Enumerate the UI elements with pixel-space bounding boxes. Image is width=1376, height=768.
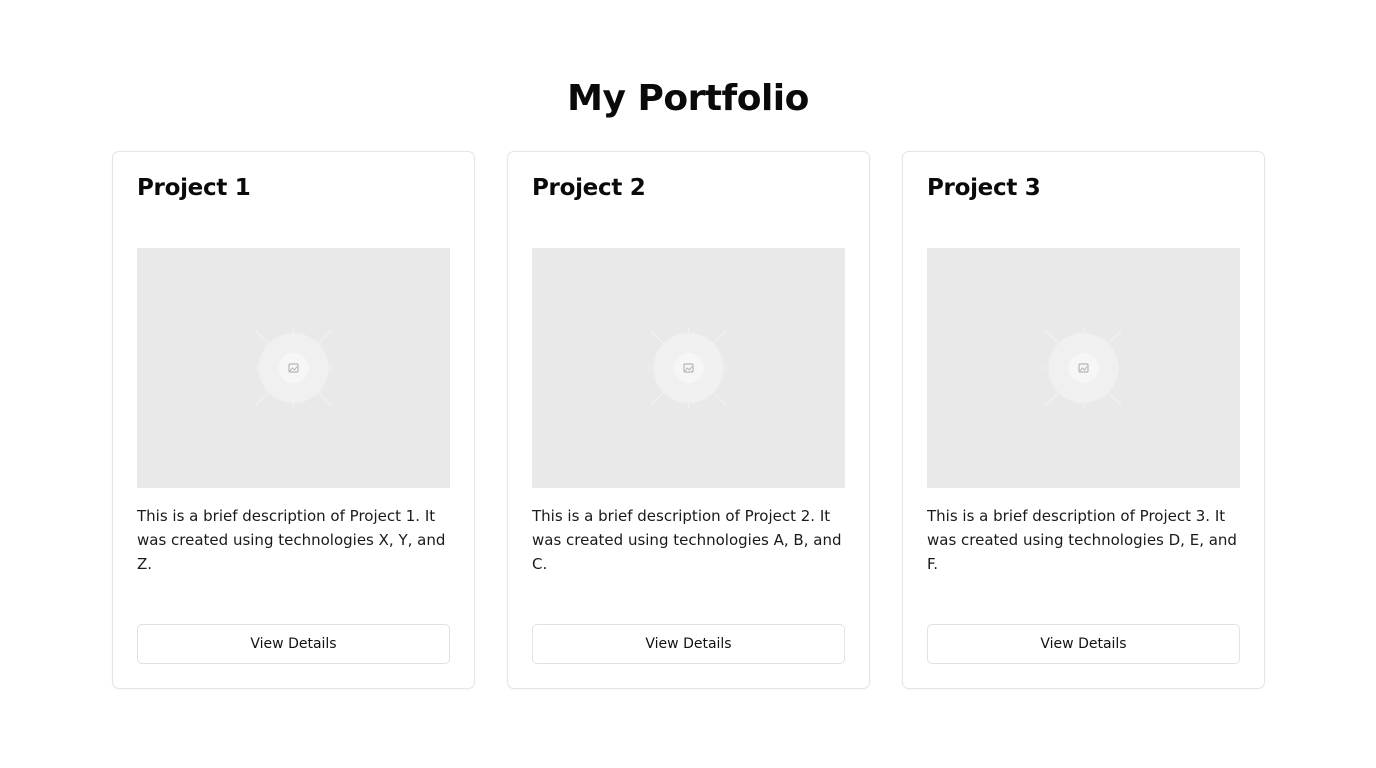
project-description: This is a brief description of Project 2… [532, 507, 842, 573]
project-image-placeholder [927, 248, 1240, 488]
project-card: Project 3 This is a brief description of… [902, 151, 1265, 689]
project-card: Project 1 This is a brief description of… [112, 151, 475, 689]
project-title: Project 2 [532, 175, 646, 201]
page-title: My Portfolio [567, 78, 809, 119]
project-card-grid: Project 1 This is a brief description of… [112, 151, 1265, 689]
image-placeholder-icon [648, 328, 729, 408]
image-placeholder-icon [253, 328, 334, 408]
project-image-placeholder [532, 248, 845, 488]
view-details-button[interactable]: View Details [532, 624, 845, 664]
project-description: This is a brief description of Project 1… [137, 507, 446, 573]
project-title: Project 3 [927, 175, 1041, 201]
view-details-button[interactable]: View Details [927, 624, 1240, 664]
project-description: This is a brief description of Project 3… [927, 507, 1237, 573]
project-image-placeholder [137, 248, 450, 488]
view-details-button[interactable]: View Details [137, 624, 450, 664]
project-card: Project 2 This is a brief description of… [507, 151, 870, 689]
image-placeholder-icon [1043, 328, 1124, 408]
project-title: Project 1 [137, 175, 251, 201]
